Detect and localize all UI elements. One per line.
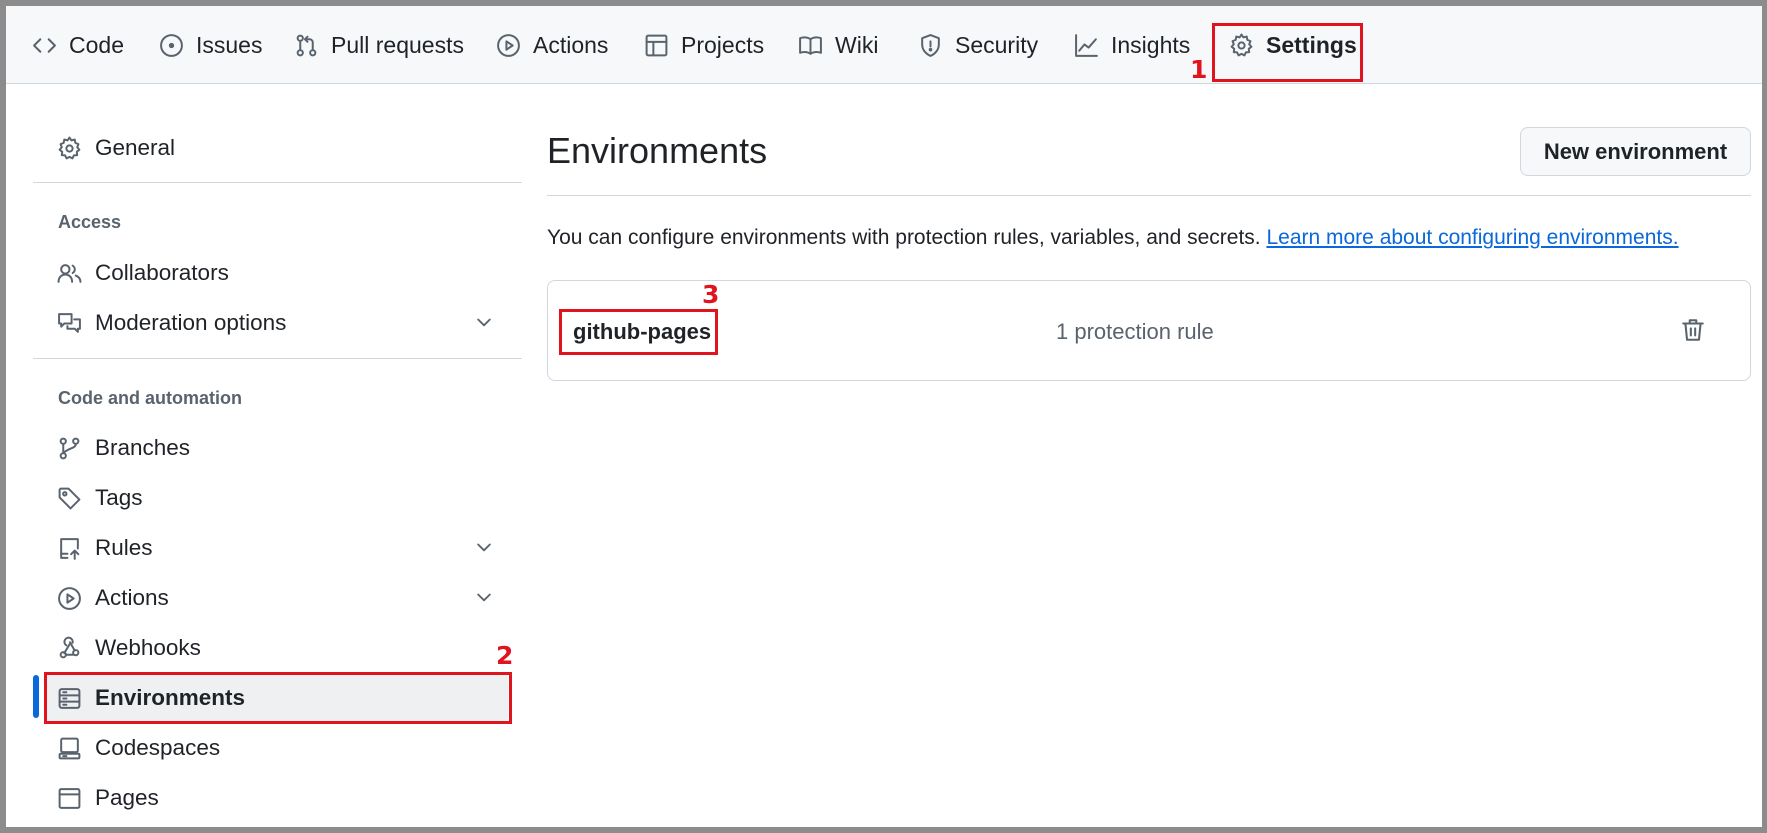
- chevron-down-icon[interactable]: [474, 587, 494, 607]
- annotation-box-github-pages: [559, 309, 718, 355]
- tab-label: Wiki: [835, 31, 879, 58]
- annotation-step-1: 1: [1190, 55, 1208, 84]
- tab-pull-requests[interactable]: Pull requests: [294, 6, 464, 84]
- environments-description: You can configure environments with prot…: [547, 226, 1679, 250]
- sidebar-item-moderation-options[interactable]: Moderation options: [57, 303, 286, 343]
- tab-label: Issues: [196, 31, 263, 58]
- sidebar-item-webhooks[interactable]: Webhooks: [57, 628, 201, 668]
- tab-projects[interactable]: Projects: [644, 6, 764, 84]
- play-icon: [497, 33, 520, 57]
- annotation-step-3: 3: [702, 280, 720, 309]
- git-pull-request-icon: [296, 34, 317, 56]
- sidebar-heading-access: Access: [58, 212, 122, 232]
- shield-icon: [921, 33, 940, 57]
- annotation-box-settings: [1212, 23, 1363, 82]
- sidebar-item-label: Collaborators: [95, 260, 229, 285]
- tab-actions[interactable]: Actions: [496, 6, 608, 84]
- tab-insights[interactable]: Insights: [1074, 6, 1190, 84]
- annotation-step-2: 2: [496, 641, 514, 670]
- tab-issues[interactable]: Issues: [159, 6, 262, 84]
- people-icon: [57, 263, 82, 283]
- sidebar-active-indicator: [33, 675, 39, 718]
- tab-label: Security: [955, 31, 1039, 58]
- tab-wiki[interactable]: Wiki: [798, 6, 878, 84]
- sidebar-item-tags[interactable]: Tags: [57, 478, 143, 518]
- environment-protection-rules: 1 protection rule: [1056, 319, 1214, 344]
- webhook-icon: [59, 636, 80, 658]
- repo-nav: Code Issues Pull requests Actions Projec…: [6, 6, 1762, 84]
- tab-label: Insights: [1111, 31, 1191, 58]
- table-icon: [645, 34, 668, 56]
- graph-icon: [1075, 33, 1098, 57]
- play-icon: [58, 586, 81, 610]
- tab-label: Pull requests: [331, 31, 464, 58]
- tag-icon: [58, 487, 81, 509]
- book-icon: [799, 36, 822, 55]
- sidebar-item-label: Rules: [95, 535, 153, 560]
- sidebar-item-general[interactable]: General: [57, 128, 175, 168]
- tab-label: Actions: [533, 31, 609, 58]
- sidebar-item-pages[interactable]: Pages: [57, 778, 159, 818]
- tab-label: Code: [69, 31, 124, 58]
- sidebar-item-label: General: [95, 135, 176, 160]
- browser-icon: [58, 787, 81, 809]
- sidebar-item-branches[interactable]: Branches: [57, 428, 190, 468]
- sidebar-item-rules[interactable]: Rules: [57, 528, 153, 568]
- chevron-down-icon[interactable]: [474, 312, 494, 332]
- trash-icon[interactable]: [1680, 317, 1706, 343]
- sidebar-item-label: Actions: [95, 585, 169, 610]
- sidebar-item-label: Branches: [95, 435, 191, 460]
- sidebar-item-label: Pages: [95, 785, 159, 810]
- sidebar-divider: [33, 182, 522, 183]
- git-branch-icon: [59, 437, 80, 459]
- sidebar-item-label: Webhooks: [95, 635, 201, 660]
- chevron-down-icon[interactable]: [474, 537, 494, 557]
- codespaces-icon: [58, 737, 81, 759]
- sidebar-item-collaborators[interactable]: Collaborators: [57, 253, 229, 293]
- repo-push-icon: [60, 537, 80, 560]
- tab-label: Projects: [681, 31, 765, 58]
- new-environment-button[interactable]: New environment: [1520, 127, 1751, 176]
- sidebar-heading-code-automation: Code and automation: [58, 388, 242, 408]
- sidebar-item-label: Moderation options: [95, 310, 287, 335]
- code-icon: [33, 37, 56, 53]
- sidebar-divider: [33, 358, 522, 359]
- page-title: Environments: [547, 130, 768, 171]
- sidebar-item-label: Tags: [95, 485, 143, 510]
- annotation-box-environments: [44, 672, 512, 724]
- comment-discussion-icon: [58, 312, 81, 333]
- gear-icon: [58, 136, 81, 159]
- tab-code[interactable]: Code: [32, 6, 124, 84]
- issue-opened-icon: [160, 33, 183, 57]
- sidebar-item-actions[interactable]: Actions: [57, 578, 169, 618]
- tab-security[interactable]: Security: [918, 6, 1038, 84]
- sidebar-item-label: Codespaces: [95, 735, 221, 760]
- description-text: You can configure environments with prot…: [547, 226, 1261, 249]
- header-divider: [547, 195, 1751, 196]
- learn-more-link[interactable]: Learn more about configuring environment…: [1266, 226, 1678, 249]
- sidebar-item-codespaces[interactable]: Codespaces: [57, 728, 220, 768]
